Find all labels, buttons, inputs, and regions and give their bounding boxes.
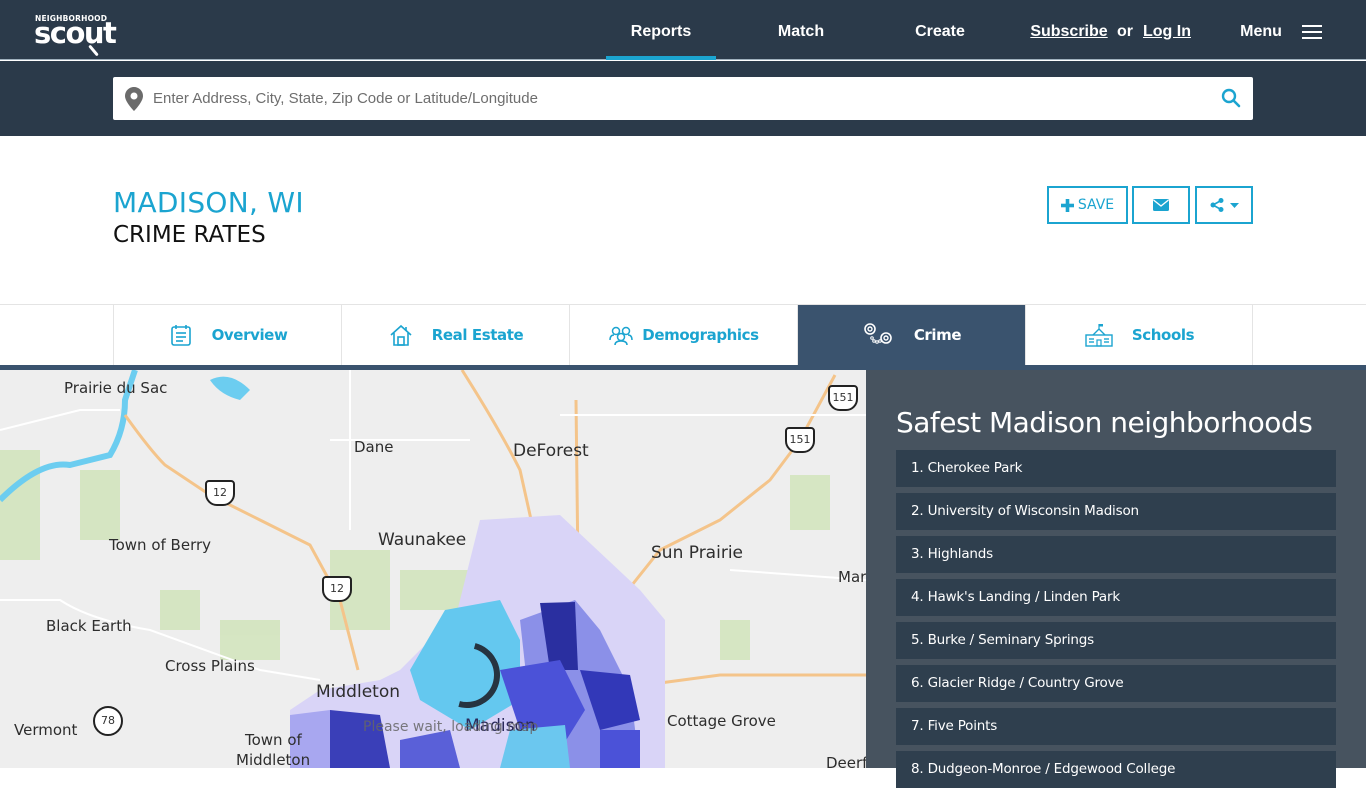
panel-title: Safest Madison neighborhoods [896, 406, 1313, 439]
hamburger-icon[interactable] [1302, 25, 1322, 39]
map-label: Marshall [838, 568, 866, 586]
route-circle: 78 [93, 706, 123, 736]
search-box [113, 77, 1253, 120]
tab-real-estate[interactable]: Real Estate [341, 305, 569, 365]
neighborhood-item[interactable]: 3. Highlands [896, 536, 1336, 573]
location-pin-icon [125, 87, 143, 111]
menu-button[interactable]: Menu [1238, 0, 1284, 60]
page-subtitle: CRIME RATES [113, 222, 266, 248]
route-shield: 12 [322, 576, 352, 602]
city-title: MADISON, WI [113, 186, 304, 219]
neighborhood-item[interactable]: 1. Cherokee Park [896, 450, 1336, 487]
map-label: Vermont [14, 721, 78, 739]
tab-label: Schools [1131, 326, 1195, 344]
nav-match[interactable]: Match [756, 0, 846, 60]
safest-neighborhoods-panel: Safest Madison neighborhoods 1. Cherokee… [866, 370, 1366, 788]
neighborhood-item[interactable]: 2. University of Wisconsin Madison [896, 493, 1336, 530]
login-link[interactable]: Log In [1142, 0, 1192, 60]
neighborhood-item[interactable]: 5. Burke / Seminary Springs [896, 622, 1336, 659]
map-label: Sun Prairie [651, 543, 743, 563]
tab-overview[interactable]: Overview [113, 305, 341, 365]
caret-down-icon [1229, 202, 1239, 208]
map-label: Prairie du Sac [64, 379, 168, 397]
search-input[interactable] [153, 77, 1203, 120]
report-tabs: Overview Real Estate Demographics Crime … [0, 304, 1366, 370]
crime-map[interactable]: Prairie du Sac Dane DeForest Town of Ber… [0, 370, 866, 768]
save-label: SAVE [1077, 197, 1115, 213]
map-label: Cross Plains [165, 657, 255, 675]
calendar-icon [170, 325, 191, 346]
top-navbar: NEIGHBORHOOD scout Reports Match Create … [0, 0, 1366, 60]
house-icon [390, 324, 412, 346]
share-icon [1210, 198, 1223, 212]
nav-reports[interactable]: Reports [606, 0, 716, 60]
search-band [0, 61, 1366, 136]
tab-label: Real Estate [431, 326, 524, 344]
map-label: Middleton [236, 751, 311, 768]
or-text: or [1117, 23, 1133, 40]
map-label: Waunakee [378, 530, 467, 550]
school-icon [1085, 324, 1113, 347]
map-label: Deerfield [826, 754, 866, 768]
neighborhoodscout-logo[interactable]: NEIGHBORHOOD scout [34, 14, 124, 58]
share-dropdown-button[interactable] [1195, 186, 1253, 224]
email-button[interactable] [1132, 186, 1190, 224]
tab-demographics[interactable]: Demographics [569, 305, 797, 365]
handcuffs-icon [864, 323, 892, 344]
people-icon [609, 326, 634, 346]
loading-message: Please wait, loading map [363, 719, 539, 735]
save-button[interactable]: SAVE [1047, 186, 1128, 224]
route-shield: 12 [205, 480, 235, 506]
map-label: Middleton [316, 682, 400, 702]
map-label: Town of [245, 731, 302, 749]
map-label: Town of Berry [109, 536, 212, 554]
tab-label: Crime [913, 326, 962, 344]
map-label: Dane [354, 438, 394, 456]
neighborhood-item[interactable]: 4. Hawk's Landing / Linden Park [896, 579, 1336, 616]
logo-name: scout [34, 16, 117, 50]
tab-label: Demographics [642, 326, 759, 344]
map-label: Cottage Grove [667, 712, 776, 730]
map-label: Black Earth [46, 617, 132, 635]
neighborhood-item[interactable]: 6. Glacier Ridge / Country Grove [896, 665, 1336, 702]
search-icon[interactable] [1221, 88, 1241, 108]
route-shield: 151 [828, 385, 858, 411]
plus-icon [1060, 198, 1074, 212]
neighborhood-item[interactable]: 8. Dudgeon-Monroe / Edgewood College [896, 751, 1336, 788]
tab-crime[interactable]: Crime [797, 305, 1025, 365]
map-base-layer [0, 370, 866, 768]
subscribe-link[interactable]: Subscribe [1030, 0, 1108, 60]
route-shield: 151 [785, 427, 815, 453]
tab-label: Overview [211, 326, 288, 344]
tab-schools[interactable]: Schools [1025, 305, 1253, 365]
envelope-icon [1153, 199, 1169, 211]
nav-create[interactable]: Create [895, 0, 985, 60]
neighborhood-item[interactable]: 7. Five Points [896, 708, 1336, 745]
map-label: DeForest [513, 441, 589, 461]
neighborhood-list: 1. Cherokee Park 2. University of Wiscon… [896, 450, 1336, 794]
